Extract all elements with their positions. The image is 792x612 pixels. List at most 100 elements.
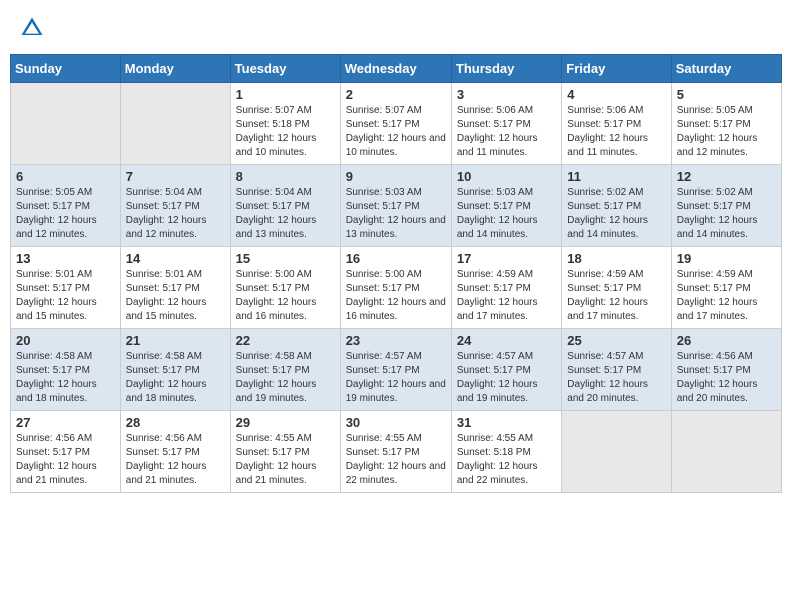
day-info: Sunrise: 5:07 AM Sunset: 5:17 PM Dayligh… xyxy=(346,104,446,160)
day-number: 21 xyxy=(126,333,225,348)
day-info: Sunrise: 5:04 AM Sunset: 5:17 PM Dayligh… xyxy=(236,186,335,242)
day-number: 26 xyxy=(677,333,776,348)
day-number: 6 xyxy=(16,169,115,184)
day-number: 29 xyxy=(236,415,335,430)
day-header-friday: Friday xyxy=(562,55,671,83)
calendar-cell: 22 Sunrise: 4:58 AM Sunset: 5:17 PM Dayli… xyxy=(230,329,340,411)
calendar-cell: 8 Sunrise: 5:04 AM Sunset: 5:17 PM Daylig… xyxy=(230,165,340,247)
day-info: Sunrise: 5:02 AM Sunset: 5:17 PM Dayligh… xyxy=(567,186,665,242)
day-number: 5 xyxy=(677,87,776,102)
day-number: 25 xyxy=(567,333,665,348)
calendar-cell: 27 Sunrise: 4:56 AM Sunset: 5:17 PM Dayli… xyxy=(11,411,121,493)
calendar-header: SundayMondayTuesdayWednesdayThursdayFrid… xyxy=(11,55,782,83)
calendar-cell: 9 Sunrise: 5:03 AM Sunset: 5:17 PM Daylig… xyxy=(340,165,451,247)
day-info: Sunrise: 4:56 AM Sunset: 5:17 PM Dayligh… xyxy=(16,432,115,488)
calendar-cell xyxy=(562,411,671,493)
day-number: 10 xyxy=(457,169,556,184)
calendar-week-4: 20Sunrise: 4:58 AM Sunset: 5:17 PM Dayli… xyxy=(11,329,782,411)
day-info: Sunrise: 5:04 AM Sunset: 5:17 PM Dayligh… xyxy=(126,186,225,242)
calendar-week-1: 1Sunrise: 5:07 AM Sunset: 5:18 PM Daylig… xyxy=(11,83,782,165)
calendar-week-5: 27 Sunrise: 4:56 AM Sunset: 5:17 PM Dayli… xyxy=(11,411,782,493)
day-info: Sunrise: 5:07 AM Sunset: 5:18 PM Dayligh… xyxy=(236,104,335,160)
day-number: 8 xyxy=(236,169,335,184)
day-number: 16 xyxy=(346,251,446,266)
day-header-sunday: Sunday xyxy=(11,55,121,83)
calendar-cell: 21 Sunrise: 4:58 AM Sunset: 5:17 PM Dayli… xyxy=(120,329,230,411)
calendar-cell: 30Sunrise: 4:55 AM Sunset: 5:17 PM Dayli… xyxy=(340,411,451,493)
calendar-cell: 5Sunrise: 5:05 AM Sunset: 5:17 PM Daylig… xyxy=(671,83,781,165)
day-info: Sunrise: 5:05 AM Sunset: 5:17 PM Dayligh… xyxy=(16,186,115,242)
day-info: Sunrise: 4:58 AM Sunset: 5:17 PM Dayligh… xyxy=(16,350,115,406)
calendar-cell: 14 Sunrise: 5:01 AM Sunset: 5:17 PM Dayli… xyxy=(120,247,230,329)
calendar-cell: 16 Sunrise: 5:00 AM Sunset: 5:17 PM Dayli… xyxy=(340,247,451,329)
day-number: 31 xyxy=(457,415,556,430)
day-number: 14 xyxy=(126,251,225,266)
day-number: 7 xyxy=(126,169,225,184)
day-number: 3 xyxy=(457,87,556,102)
day-info: Sunrise: 4:59 AM Sunset: 5:17 PM Dayligh… xyxy=(677,268,776,324)
calendar-cell: 3 Sunrise: 5:06 AM Sunset: 5:17 PM Daylig… xyxy=(451,83,561,165)
day-info: Sunrise: 4:57 AM Sunset: 5:17 PM Dayligh… xyxy=(346,350,446,406)
day-info: Sunrise: 4:59 AM Sunset: 5:17 PM Dayligh… xyxy=(457,268,556,324)
calendar-cell: 7 Sunrise: 5:04 AM Sunset: 5:17 PM Daylig… xyxy=(120,165,230,247)
day-info: Sunrise: 5:03 AM Sunset: 5:17 PM Dayligh… xyxy=(457,186,556,242)
calendar-cell: 19 Sunrise: 4:59 AM Sunset: 5:17 PM Dayli… xyxy=(671,247,781,329)
calendar-cell: 12 Sunrise: 5:02 AM Sunset: 5:17 PM Dayli… xyxy=(671,165,781,247)
logo xyxy=(18,14,50,42)
day-info: Sunrise: 5:01 AM Sunset: 5:17 PM Dayligh… xyxy=(126,268,225,324)
day-number: 13 xyxy=(16,251,115,266)
day-number: 23 xyxy=(346,333,446,348)
calendar-cell: 26Sunrise: 4:56 AM Sunset: 5:17 PM Dayli… xyxy=(671,329,781,411)
day-info: Sunrise: 5:01 AM Sunset: 5:17 PM Dayligh… xyxy=(16,268,115,324)
calendar-cell: 24Sunrise: 4:57 AM Sunset: 5:17 PM Dayli… xyxy=(451,329,561,411)
day-info: Sunrise: 4:55 AM Sunset: 5:18 PM Dayligh… xyxy=(457,432,556,488)
day-headers-row: SundayMondayTuesdayWednesdayThursdayFrid… xyxy=(11,55,782,83)
calendar-cell: 20Sunrise: 4:58 AM Sunset: 5:17 PM Dayli… xyxy=(11,329,121,411)
day-number: 22 xyxy=(236,333,335,348)
calendar-cell: 17 Sunrise: 4:59 AM Sunset: 5:17 PM Dayli… xyxy=(451,247,561,329)
day-header-thursday: Thursday xyxy=(451,55,561,83)
day-number: 12 xyxy=(677,169,776,184)
day-number: 27 xyxy=(16,415,115,430)
day-info: Sunrise: 5:06 AM Sunset: 5:17 PM Dayligh… xyxy=(457,104,556,160)
calendar-cell: 13 Sunrise: 5:01 AM Sunset: 5:17 PM Dayli… xyxy=(11,247,121,329)
day-info: Sunrise: 4:58 AM Sunset: 5:17 PM Dayligh… xyxy=(236,350,335,406)
day-number: 17 xyxy=(457,251,556,266)
day-number: 11 xyxy=(567,169,665,184)
day-info: Sunrise: 4:56 AM Sunset: 5:17 PM Dayligh… xyxy=(126,432,225,488)
calendar-cell: 10 Sunrise: 5:03 AM Sunset: 5:17 PM Dayli… xyxy=(451,165,561,247)
calendar-cell xyxy=(671,411,781,493)
day-number: 9 xyxy=(346,169,446,184)
calendar-cell: 28 Sunrise: 4:56 AM Sunset: 5:17 PM Dayli… xyxy=(120,411,230,493)
day-info: Sunrise: 4:55 AM Sunset: 5:17 PM Dayligh… xyxy=(346,432,446,488)
calendar-table: SundayMondayTuesdayWednesdayThursdayFrid… xyxy=(10,54,782,493)
calendar-cell xyxy=(120,83,230,165)
calendar-cell: 15Sunrise: 5:00 AM Sunset: 5:17 PM Dayli… xyxy=(230,247,340,329)
calendar-cell: 6 Sunrise: 5:05 AM Sunset: 5:17 PM Daylig… xyxy=(11,165,121,247)
calendar-cell: 25Sunrise: 4:57 AM Sunset: 5:17 PM Dayli… xyxy=(562,329,671,411)
day-info: Sunrise: 5:00 AM Sunset: 5:17 PM Dayligh… xyxy=(346,268,446,324)
day-number: 19 xyxy=(677,251,776,266)
day-info: Sunrise: 5:06 AM Sunset: 5:17 PM Dayligh… xyxy=(567,104,665,160)
day-info: Sunrise: 4:58 AM Sunset: 5:17 PM Dayligh… xyxy=(126,350,225,406)
calendar-cell: 29 Sunrise: 4:55 AM Sunset: 5:17 PM Dayli… xyxy=(230,411,340,493)
day-header-saturday: Saturday xyxy=(671,55,781,83)
logo-icon xyxy=(18,14,46,42)
day-info: Sunrise: 4:57 AM Sunset: 5:17 PM Dayligh… xyxy=(457,350,556,406)
day-number: 2 xyxy=(346,87,446,102)
calendar-cell: 2 Sunrise: 5:07 AM Sunset: 5:17 PM Daylig… xyxy=(340,83,451,165)
calendar-cell: 18 Sunrise: 4:59 AM Sunset: 5:17 PM Dayli… xyxy=(562,247,671,329)
calendar-cell: 11 Sunrise: 5:02 AM Sunset: 5:17 PM Dayli… xyxy=(562,165,671,247)
day-info: Sunrise: 5:03 AM Sunset: 5:17 PM Dayligh… xyxy=(346,186,446,242)
day-info: Sunrise: 5:02 AM Sunset: 5:17 PM Dayligh… xyxy=(677,186,776,242)
day-number: 18 xyxy=(567,251,665,266)
calendar-cell: 31 Sunrise: 4:55 AM Sunset: 5:18 PM Dayli… xyxy=(451,411,561,493)
day-info: Sunrise: 5:00 AM Sunset: 5:17 PM Dayligh… xyxy=(236,268,335,324)
day-info: Sunrise: 4:59 AM Sunset: 5:17 PM Dayligh… xyxy=(567,268,665,324)
day-header-wednesday: Wednesday xyxy=(340,55,451,83)
day-number: 28 xyxy=(126,415,225,430)
day-info: Sunrise: 4:55 AM Sunset: 5:17 PM Dayligh… xyxy=(236,432,335,488)
day-number: 4 xyxy=(567,87,665,102)
calendar-cell: 4 Sunrise: 5:06 AM Sunset: 5:17 PM Daylig… xyxy=(562,83,671,165)
calendar-body: 1Sunrise: 5:07 AM Sunset: 5:18 PM Daylig… xyxy=(11,83,782,493)
